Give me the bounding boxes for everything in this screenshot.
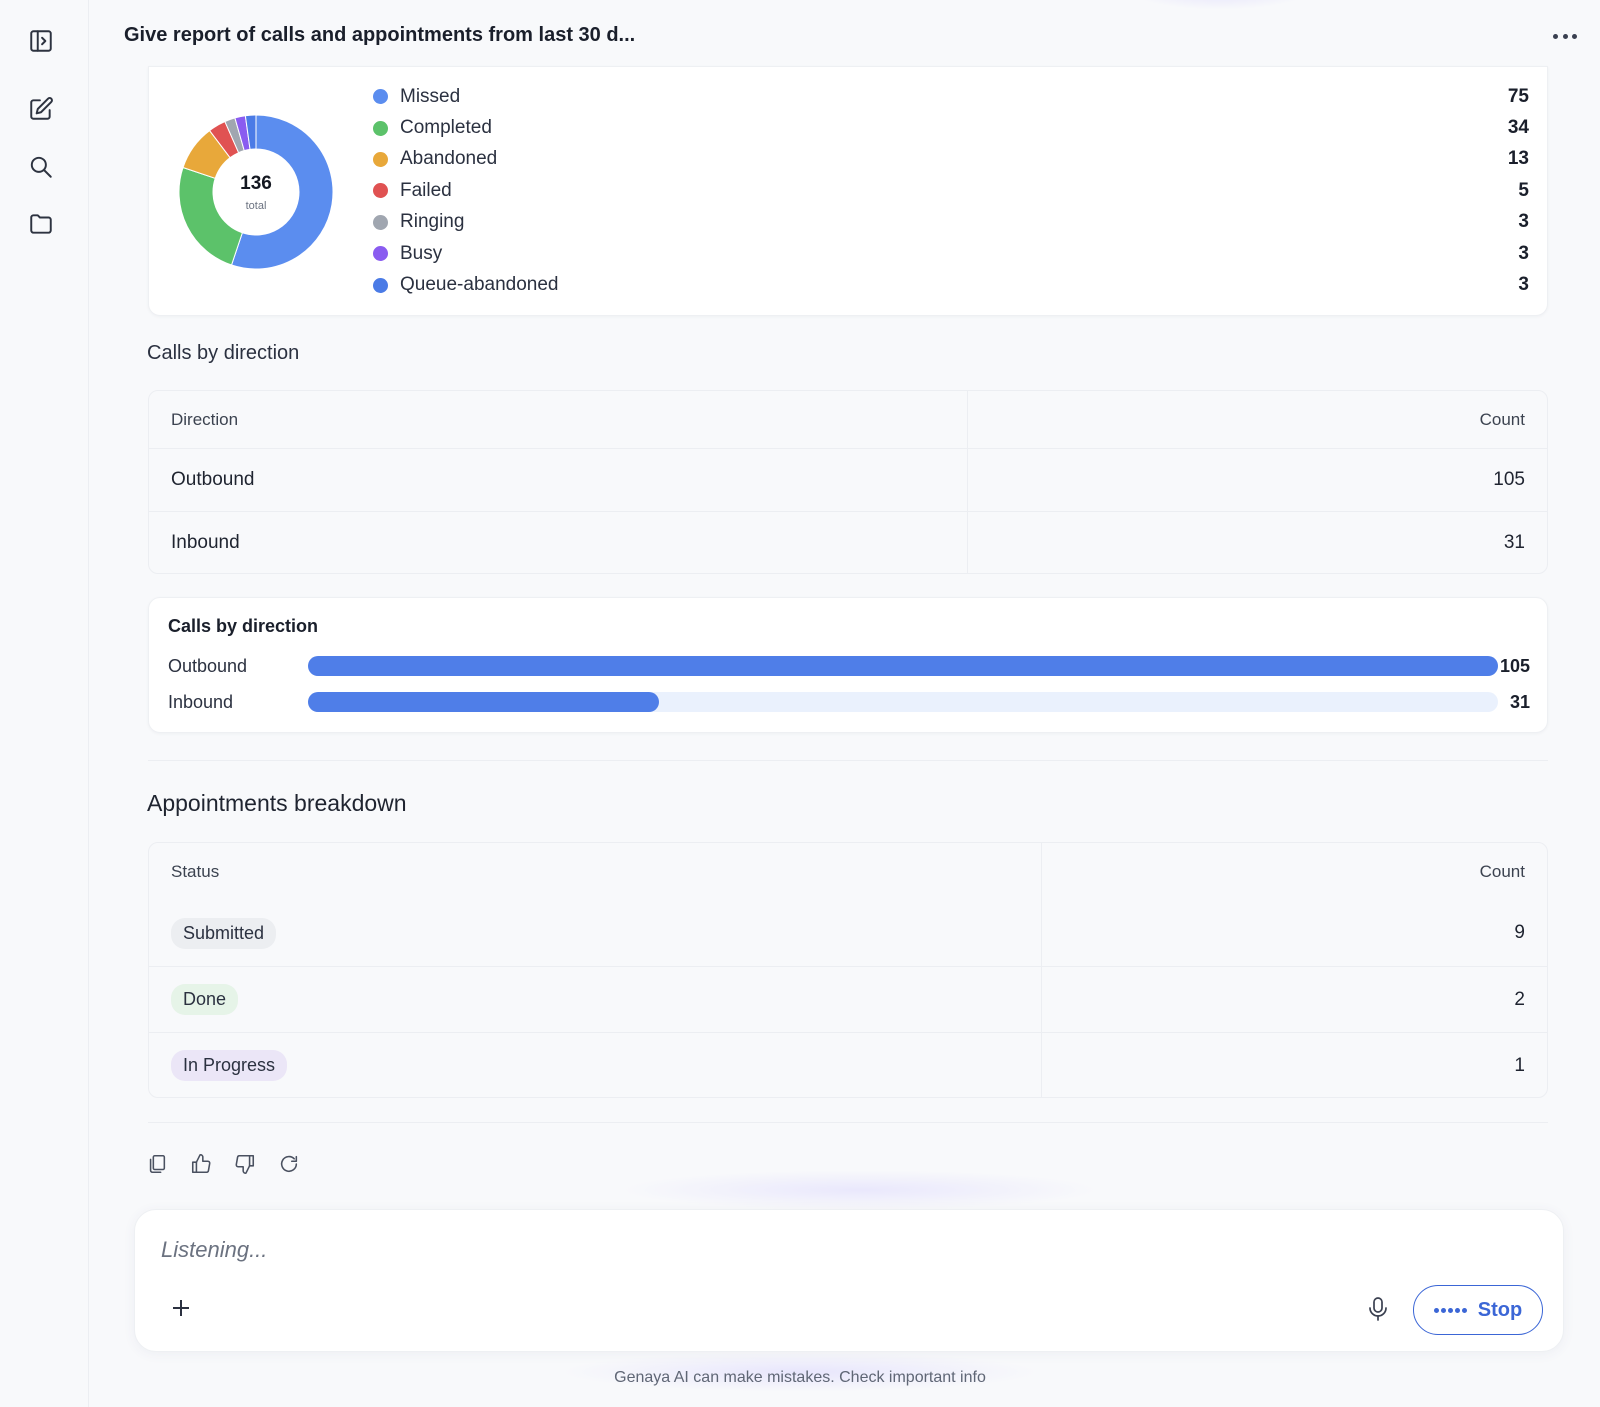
stop-button[interactable]: Stop (1413, 1285, 1543, 1335)
donut-center: 136 total (179, 115, 333, 269)
calls-direction-chart-card: Calls by direction Outbound 105 Inbound 31 (148, 597, 1548, 733)
table-row: Inbound 31 (149, 511, 1547, 573)
thumbs-down-icon[interactable] (234, 1150, 278, 1178)
status-badge: Done (171, 984, 239, 1015)
bar-fill (308, 692, 660, 712)
count-cell: 1 (1041, 1033, 1547, 1097)
legend-label: Completed (400, 117, 492, 139)
bar-row: Outbound 105 (168, 654, 1530, 678)
count-cell: 9 (1041, 900, 1547, 966)
section-divider (148, 1122, 1548, 1123)
add-attachment-icon[interactable] (171, 1298, 191, 1318)
composer-glow (620, 1170, 1100, 1210)
legend-item: Abandoned 13 (373, 144, 1529, 175)
column-header-direction: Direction (171, 409, 239, 429)
legend-item: Missed 75 (373, 81, 1529, 112)
legend-label: Missed (400, 85, 461, 107)
chat-title: Give report of calls and appointments fr… (124, 24, 636, 46)
legend-dot (373, 183, 388, 199)
table-header-row: Status Count (149, 843, 1547, 900)
legend-dot (373, 151, 388, 167)
message-actions (146, 1150, 322, 1178)
direction-cell: Outbound (171, 469, 255, 490)
legend-item: Ringing 3 (373, 207, 1529, 238)
status-legend: Missed 75 Completed 34 Abandoned 13 Failed 5 Rin… (373, 81, 1529, 301)
donut-total: 136 (240, 172, 272, 194)
count-cell: 2 (1041, 967, 1547, 1032)
legend-dot (373, 246, 388, 262)
stop-label: Stop (1477, 1298, 1523, 1321)
legend-label: Abandoned (400, 148, 498, 170)
column-header-count: Count (1041, 843, 1547, 900)
bar-row: Inbound 31 (168, 690, 1530, 714)
chart-title: Calls by direction (168, 616, 319, 636)
legend-dot (373, 120, 388, 136)
legend-value: 3 (1518, 242, 1529, 264)
legend-dot (373, 277, 388, 293)
legend-item: Queue-abandoned 3 (373, 269, 1529, 300)
listening-dots-icon (1433, 1307, 1469, 1313)
status-donut-chart: 136 total (178, 114, 334, 270)
table-row: Outbound 105 (149, 448, 1547, 511)
bar-fill (308, 656, 1498, 676)
regenerate-icon[interactable] (278, 1150, 322, 1178)
table-row: Submitted 9 (149, 900, 1547, 966)
bar-track (308, 692, 1498, 712)
legend-value: 5 (1518, 179, 1529, 201)
thumbs-up-icon[interactable] (190, 1150, 234, 1178)
donut-total-label: total (245, 199, 267, 212)
bar-value: 31 (1509, 691, 1530, 712)
legend-dot (373, 214, 388, 230)
appointments-table: Status Count Submitted 9 Done 2 In Progress 1 (148, 842, 1548, 1098)
status-cell: In Progress (149, 1033, 1041, 1097)
legend-label: Ringing (400, 211, 465, 233)
search-icon[interactable] (24, 150, 58, 184)
sidebar-rail (0, 0, 89, 1407)
table-row: Done 2 (149, 966, 1547, 1032)
legend-item: Completed 34 (373, 112, 1529, 143)
legend-item: Failed 5 (373, 175, 1529, 206)
count-cell: 31 (967, 512, 1547, 573)
table-row: In Progress 1 (149, 1032, 1547, 1097)
legend-item: Busy 3 (373, 238, 1529, 269)
legend-label: Queue-abandoned (400, 274, 559, 296)
legend-value: 13 (1507, 148, 1529, 170)
bar-label: Outbound (168, 655, 248, 676)
legend-value: 3 (1518, 211, 1529, 233)
legend-value: 75 (1507, 85, 1529, 107)
new-chat-icon[interactable] (24, 92, 58, 126)
status-cell: Done (149, 967, 1041, 1032)
column-header-count: Count (967, 391, 1547, 448)
legend-label: Failed (400, 179, 452, 201)
legend-value: 34 (1507, 117, 1529, 139)
bar-label: Inbound (168, 691, 234, 712)
column-header-status: Status (171, 861, 220, 881)
legend-label: Busy (400, 242, 443, 264)
legend-dot (373, 89, 388, 105)
copy-icon[interactable] (146, 1150, 190, 1178)
legend-value: 3 (1518, 274, 1529, 296)
microphone-icon[interactable] (1367, 1296, 1389, 1322)
section-divider (148, 760, 1548, 761)
bar-value: 105 (1499, 655, 1530, 676)
appointments-heading: Appointments breakdown (147, 790, 407, 816)
sidebar-toggle-icon[interactable] (24, 24, 58, 58)
folder-icon[interactable] (24, 207, 58, 241)
status-cell: Submitted (149, 900, 1041, 966)
message-input[interactable] (161, 1232, 1261, 1268)
top-glow (1120, 0, 1320, 10)
calls-direction-heading: Calls by direction (147, 342, 300, 364)
appointments-rows: Submitted 9 Done 2 In Progress 1 (149, 900, 1547, 1097)
count-cell: 105 (967, 449, 1547, 511)
status-badge: Submitted (171, 917, 277, 949)
call-status-card: 136 total Missed 75 Completed 34 Abandoned 13… (148, 66, 1548, 316)
bar-track (308, 656, 1498, 676)
calls-direction-table: Direction Count Outbound 105 Inbound 31 (148, 390, 1548, 574)
status-badge: In Progress (171, 1050, 288, 1081)
table-header-row: Direction Count (149, 391, 1547, 448)
direction-cell: Inbound (171, 532, 240, 553)
message-composer: Stop (134, 1209, 1564, 1352)
disclaimer-text: Genaya AI can make mistakes. Check impor… (614, 1369, 986, 1386)
more-horizontal-icon[interactable] (1553, 26, 1577, 46)
